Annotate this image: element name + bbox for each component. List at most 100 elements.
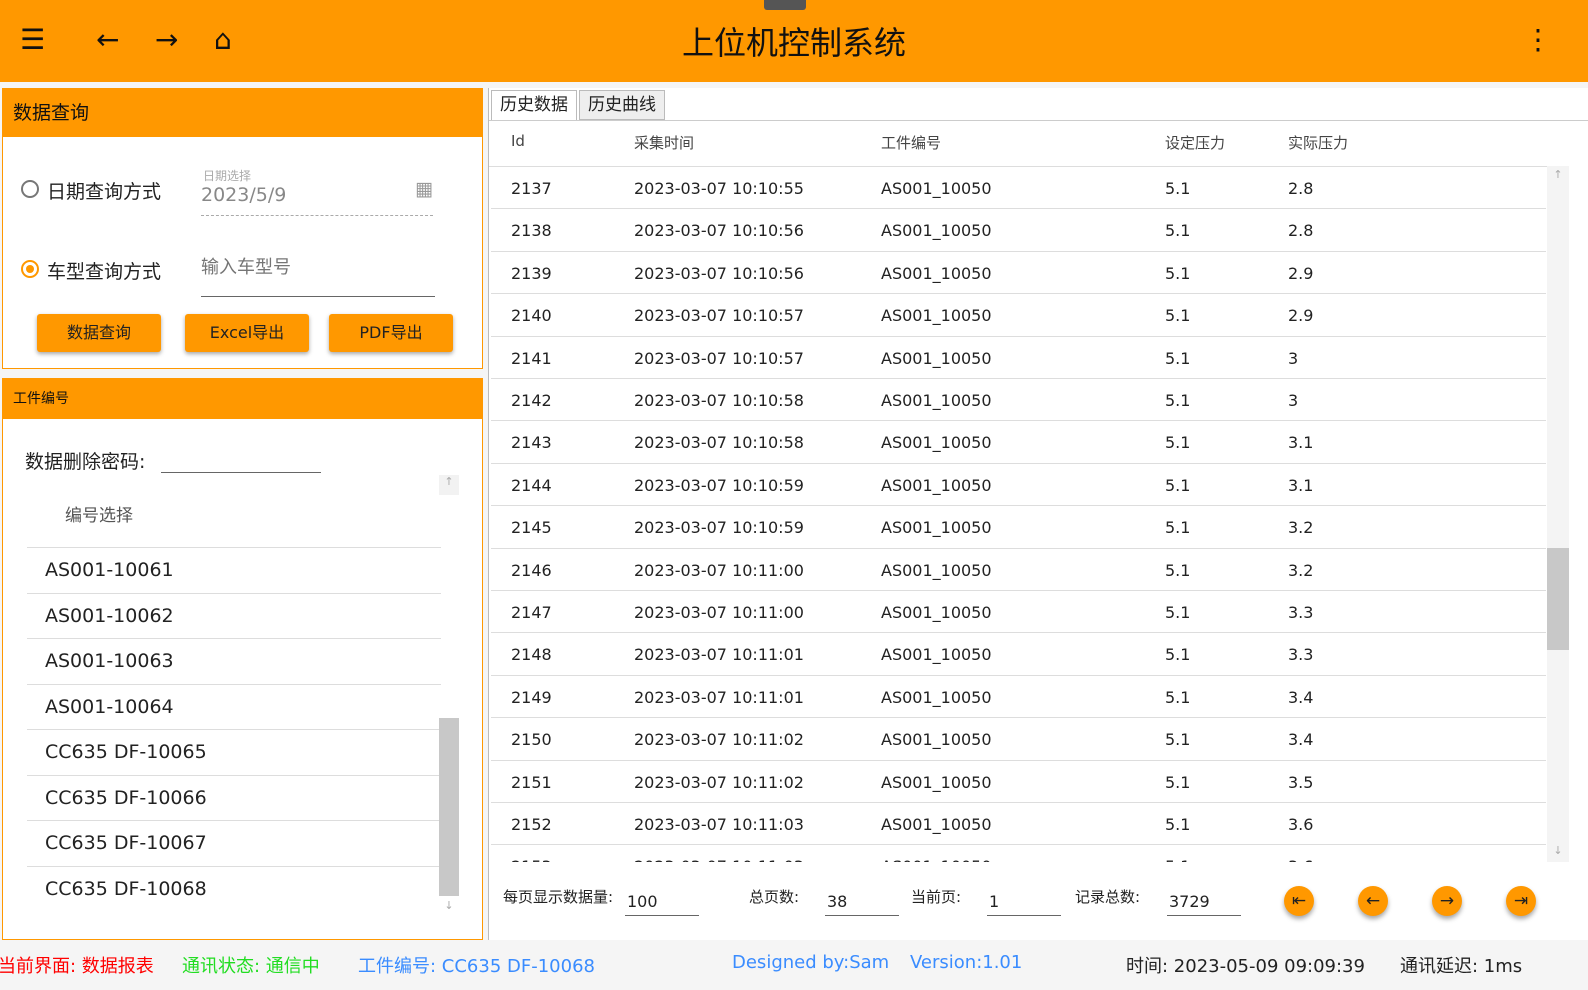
column-header-part[interactable]: 工件编号: [881, 132, 941, 153]
cell-actual-pressure: 3.2: [1288, 518, 1314, 538]
table-row[interactable]: 2143 2023-03-07 10:10:58 AS001_10050 5.1 3.1: [491, 421, 1546, 464]
date-mode-radio[interactable]: [21, 180, 39, 198]
table-row[interactable]: 2146 2023-03-07 10:11:00 AS001_10050 5.1 3.2: [491, 549, 1546, 591]
table-row[interactable]: 2142 2023-03-07 10:10:58 AS001_10050 5.1 3: [491, 379, 1546, 422]
table-row[interactable]: 2139 2023-03-07 10:10:56 AS001_10050 5.1 2.9: [491, 252, 1546, 295]
status-version: Version:1.01: [910, 952, 1023, 973]
cell-set-pressure: 5.1: [1165, 560, 1191, 580]
cell-id: 2144: [511, 475, 552, 495]
cell-actual-pressure: 3.4: [1288, 687, 1314, 707]
part-list-item[interactable]: AS001-10064: [27, 683, 441, 729]
table-row[interactable]: 2145 2023-03-07 10:10:59 AS001_10050 5.1 3.2: [491, 506, 1546, 549]
column-header-id[interactable]: Id: [511, 132, 525, 150]
table-row[interactable]: 2152 2023-03-07 10:11:03 AS001_10050 5.1 3.6: [491, 803, 1546, 846]
delete-password-input[interactable]: [161, 445, 321, 473]
cell-set-pressure: 5.1: [1165, 687, 1191, 707]
date-picker-field[interactable]: 2023/5/9 ▦: [201, 178, 433, 216]
table-scroll-thumb[interactable]: [1547, 548, 1569, 650]
page-size-input[interactable]: 100: [625, 892, 699, 916]
data-query-button[interactable]: 数据查询: [37, 314, 161, 352]
table-row[interactable]: 2151 2023-03-07 10:11:02 AS001_10050 5.1 3.5: [491, 761, 1546, 803]
cell-set-pressure: 5.1: [1165, 433, 1191, 453]
column-header-set-pressure[interactable]: 设定压力: [1165, 132, 1225, 153]
table-row[interactable]: 2149 2023-03-07 10:11:01 AS001_10050 5.1 3.4: [491, 676, 1546, 719]
cell-id: 2146: [511, 560, 552, 580]
total-pages-label: 总页数:: [749, 888, 800, 906]
table-row[interactable]: 2147 2023-03-07 10:11:00 AS001_10050 5.1 3.3: [491, 591, 1546, 634]
first-page-button[interactable]: ⇤: [1284, 886, 1314, 916]
model-mode-radio[interactable]: [21, 260, 39, 278]
next-page-button[interactable]: →: [1432, 886, 1462, 916]
cell-time: 2023-03-07 10:10:56: [634, 263, 804, 283]
scroll-up-icon[interactable]: ↑: [1547, 168, 1569, 181]
column-header-actual-pressure[interactable]: 实际压力: [1288, 132, 1348, 153]
history-table: Id 采集时间 工件编号 设定压力 实际压力 2137 2023-03-07 10…: [489, 88, 1588, 862]
cell-actual-pressure: 2.8: [1288, 221, 1314, 241]
model-mode-label: 车型查询方式: [47, 261, 162, 283]
last-page-icon: ⇥: [1513, 891, 1529, 911]
part-list-item[interactable]: CC635 DF-10068: [27, 865, 441, 911]
table-row[interactable]: 2137 2023-03-07 10:10:55 AS001_10050 5.1 2.8: [491, 167, 1546, 210]
table-scrollbar[interactable]: ↑ ↓: [1547, 166, 1569, 862]
current-page-input[interactable]: 1: [987, 892, 1061, 916]
drag-handle[interactable]: [764, 0, 806, 10]
table-row[interactable]: 2140 2023-03-07 10:10:57 AS001_10050 5.1 2.9: [491, 294, 1546, 337]
part-list-item[interactable]: CC635 DF-10067: [27, 820, 441, 865]
cell-part: AS001_10050: [881, 475, 992, 495]
part-list-item[interactable]: AS001-10063: [27, 638, 441, 683]
table-row[interactable]: 2148 2023-03-07 10:11:01 AS001_10050 5.1 3.3: [491, 633, 1546, 676]
cell-actual-pressure: 3.1: [1288, 475, 1314, 495]
query-panel-title: 数据查询: [3, 89, 482, 137]
cell-time: 2023-03-07 10:11:00: [634, 560, 804, 580]
excel-export-button[interactable]: Excel导出: [185, 314, 309, 352]
model-number-input[interactable]: [201, 239, 435, 297]
cell-part: AS001_10050: [881, 603, 992, 622]
cell-actual-pressure: 3.4: [1288, 730, 1314, 750]
part-list-item[interactable]: CC635 DF-10066: [27, 774, 441, 820]
cell-time: 2023-03-07 10:11:01: [634, 645, 804, 665]
cell-id: 2139: [511, 263, 552, 283]
arrow-left-icon: ←: [1365, 891, 1381, 911]
scroll-up-icon[interactable]: ↑: [439, 475, 459, 495]
cell-actual-pressure: 2.9: [1288, 263, 1314, 283]
cell-set-pressure: 5.1: [1165, 221, 1191, 241]
cell-id: 2149: [511, 687, 552, 707]
cell-set-pressure: 5.1: [1165, 730, 1191, 750]
table-row[interactable]: 2150 2023-03-07 10:11:02 AS001_10050 5.1 3.4: [491, 718, 1546, 761]
cell-actual-pressure: 3.2: [1288, 560, 1314, 580]
scroll-down-icon[interactable]: ↓: [1547, 844, 1569, 857]
table-row[interactable]: 21532023-03-07 10:11:03AS001_100505.13.6: [491, 845, 1546, 862]
part-list-item[interactable]: AS001-10061: [27, 547, 441, 592]
cell-part: AS001_10050: [881, 179, 992, 198]
table-row[interactable]: 2141 2023-03-07 10:10:57 AS001_10050 5.1 3: [491, 337, 1546, 379]
more-vert-icon[interactable]: ⋮: [1524, 22, 1552, 58]
part-list-item[interactable]: CC635 DF-10065: [27, 729, 441, 774]
top-bar: ☰ ← → ⌂ 上位机控制系统 ⋮: [0, 0, 1588, 82]
cell-part: AS001_10050: [881, 815, 992, 834]
cell-actual-pressure: 2.9: [1288, 306, 1314, 326]
part-list-item[interactable]: AS001-10062: [27, 592, 441, 638]
cell-part: AS001_10050: [881, 730, 992, 750]
column-header-time[interactable]: 采集时间: [634, 132, 694, 153]
scroll-thumb[interactable]: [439, 718, 459, 896]
cell-set-pressure: 5.1: [1165, 306, 1191, 326]
cell-time: 2023-03-07 10:10:58: [634, 433, 804, 453]
part-list-scrollbar[interactable]: ↑ ↓: [439, 475, 459, 913]
delete-password-label: 数据删除密码:: [25, 451, 146, 473]
last-page-button[interactable]: ⇥: [1506, 886, 1536, 916]
scroll-down-icon[interactable]: ↓: [439, 899, 459, 912]
cell-time: 2023-03-07 10:10:57: [634, 348, 804, 368]
cell-time: 2023-03-07 10:11:00: [634, 603, 804, 622]
prev-page-button[interactable]: ←: [1358, 886, 1388, 916]
table-row[interactable]: 2144 2023-03-07 10:10:59 AS001_10050 5.1 3.1: [491, 464, 1546, 507]
calendar-icon[interactable]: ▦: [415, 178, 433, 200]
table-row[interactable]: 2138 2023-03-07 10:10:56 AS001_10050 5.1 2.8: [491, 209, 1546, 252]
cell-time: 2023-03-07 10:10:59: [634, 518, 804, 538]
cell-part: AS001_10050: [881, 687, 992, 707]
page-size-label: 每页显示数据量:: [503, 888, 614, 906]
cell-actual-pressure: 3.3: [1288, 603, 1314, 622]
cell-actual-pressure: 3: [1288, 391, 1299, 410]
status-time: 时间: 2023-05-09 09:09:39: [1126, 956, 1365, 977]
pdf-export-button[interactable]: PDF导出: [329, 314, 453, 352]
cell-id: 2145: [511, 518, 552, 538]
